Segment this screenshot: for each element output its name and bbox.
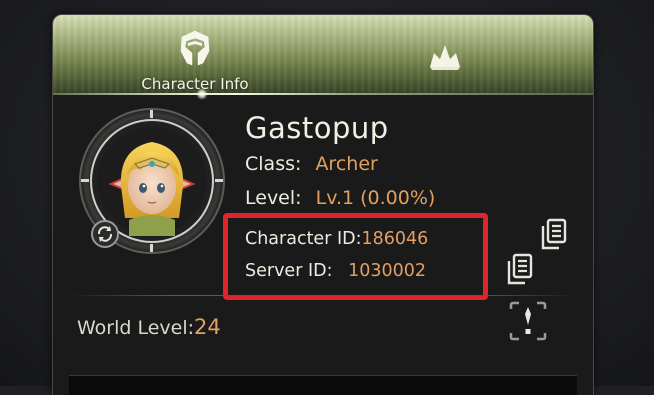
character-name: Gastopup xyxy=(245,111,389,145)
character-panel: Character Info Gastopup Class: Archer Le… xyxy=(52,14,594,395)
avatar-ring-tick xyxy=(81,179,89,182)
helmet-icon xyxy=(178,29,212,71)
character-avatar[interactable] xyxy=(79,108,225,254)
avatar-ring-tick xyxy=(215,179,223,182)
tab-crown[interactable] xyxy=(415,15,475,95)
world-level-row: World Level:24 xyxy=(77,315,221,339)
elf-portrait xyxy=(98,127,206,236)
refresh-avatar-button[interactable] xyxy=(91,220,119,248)
level-row: Level: Lv.1 (0.00%) xyxy=(245,187,435,209)
level-label: Level: xyxy=(245,187,302,209)
level-value: Lv.1 (0.00%) xyxy=(315,187,436,209)
tab-character-info[interactable]: Character Info xyxy=(125,15,265,95)
tab-sparkle xyxy=(196,88,208,100)
copy-icon xyxy=(541,218,567,250)
class-value: Archer xyxy=(315,153,378,175)
copy-character-id-button[interactable] xyxy=(539,218,569,256)
section-divider xyxy=(69,295,577,296)
tab-character-info-label: Character Info xyxy=(141,75,249,93)
class-label: Class: xyxy=(245,153,302,175)
world-level-info-button[interactable] xyxy=(501,297,555,347)
copy-icon xyxy=(507,253,533,285)
crown-icon xyxy=(428,41,462,75)
world-level-label: World Level: xyxy=(77,317,195,339)
id-highlight-box xyxy=(223,213,488,300)
avatar-ring-tick xyxy=(150,110,153,118)
avatar-ring-tick xyxy=(150,244,153,252)
refresh-icon xyxy=(97,226,113,242)
copy-server-id-button[interactable] xyxy=(505,253,535,291)
class-row: Class: Archer xyxy=(245,153,378,175)
world-level-value: 24 xyxy=(194,315,221,339)
exclamation-icon xyxy=(509,301,547,341)
bottom-section xyxy=(69,375,577,395)
